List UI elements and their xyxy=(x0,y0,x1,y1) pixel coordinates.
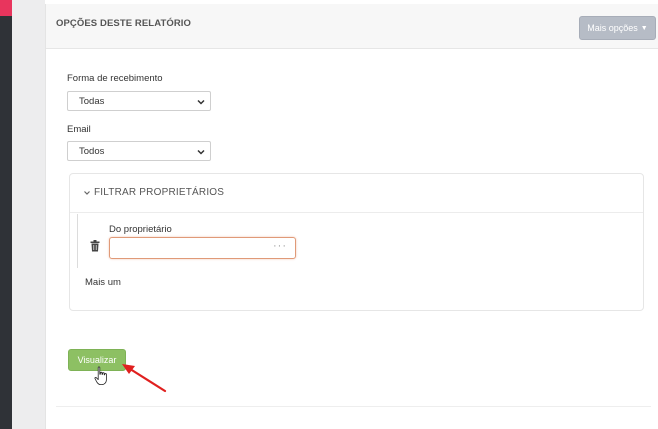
owner-row: Do proprietário ··· xyxy=(77,214,644,268)
owner-filter-title: FILTRAR PROPRIETÁRIOS xyxy=(94,187,225,198)
trash-icon[interactable] xyxy=(90,240,100,252)
email-value: Todos xyxy=(79,146,105,157)
more-options-label: Mais opções xyxy=(587,23,638,33)
panel-header: OPÇÕES DESTE RELATÓRIO Mais opções ▼ xyxy=(46,4,658,49)
owner-input[interactable]: ··· xyxy=(109,237,296,259)
owner-field-label: Do proprietário xyxy=(109,224,172,235)
hand-cursor-icon xyxy=(94,366,107,385)
caret-down-icon: ▼ xyxy=(640,25,648,32)
receipt-method-select[interactable]: Todas xyxy=(67,91,211,111)
lookup-dots-icon[interactable]: ··· xyxy=(273,240,287,252)
owner-filter-header[interactable]: FILTRAR PROPRIETÁRIOS xyxy=(70,174,643,213)
add-more-link[interactable]: Mais um xyxy=(85,277,121,288)
divider xyxy=(56,406,651,407)
email-label: Email xyxy=(67,124,91,135)
red-arrow-icon xyxy=(122,364,167,393)
owner-filter-box: FILTRAR PROPRIETÁRIOS Do proprietário ··… xyxy=(69,173,644,311)
report-options-panel: OPÇÕES DESTE RELATÓRIO Mais opções ▼ Form… xyxy=(45,4,658,429)
panel-title: OPÇÕES DESTE RELATÓRIO xyxy=(56,18,192,29)
chevron-down-icon xyxy=(197,99,205,105)
receipt-method-label: Forma de recebimento xyxy=(67,73,163,84)
chevron-down-icon xyxy=(197,149,205,155)
page-gutter xyxy=(12,0,45,429)
email-select[interactable]: Todos xyxy=(67,141,211,161)
app-sidebar xyxy=(0,0,12,429)
more-options-button[interactable]: Mais opções ▼ xyxy=(579,16,656,40)
receipt-method-value: Todas xyxy=(79,96,105,107)
chevron-down-icon xyxy=(84,191,90,195)
sidebar-accent xyxy=(0,0,12,16)
